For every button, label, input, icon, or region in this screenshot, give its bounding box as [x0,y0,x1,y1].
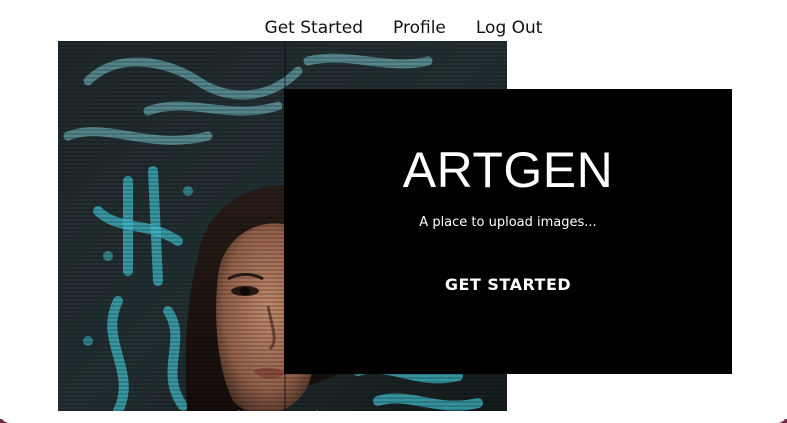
nav-log-out-link[interactable]: Log Out [476,17,543,39]
page: Get Started Profile Log Out ARTGEN A pla… [0,0,787,423]
nav-profile-link[interactable]: Profile [393,17,446,39]
get-started-button[interactable]: GET STARTED [441,274,575,296]
nav-get-started-link[interactable]: Get Started [265,17,363,39]
hero-subtitle: A place to upload images... [419,215,597,230]
top-nav: Get Started Profile Log Out [0,17,787,39]
hero-title: ARTGEN [402,142,614,198]
window-bottom-fill [0,411,787,423]
hero-card: ARTGEN A place to upload images... GET S… [284,89,732,374]
